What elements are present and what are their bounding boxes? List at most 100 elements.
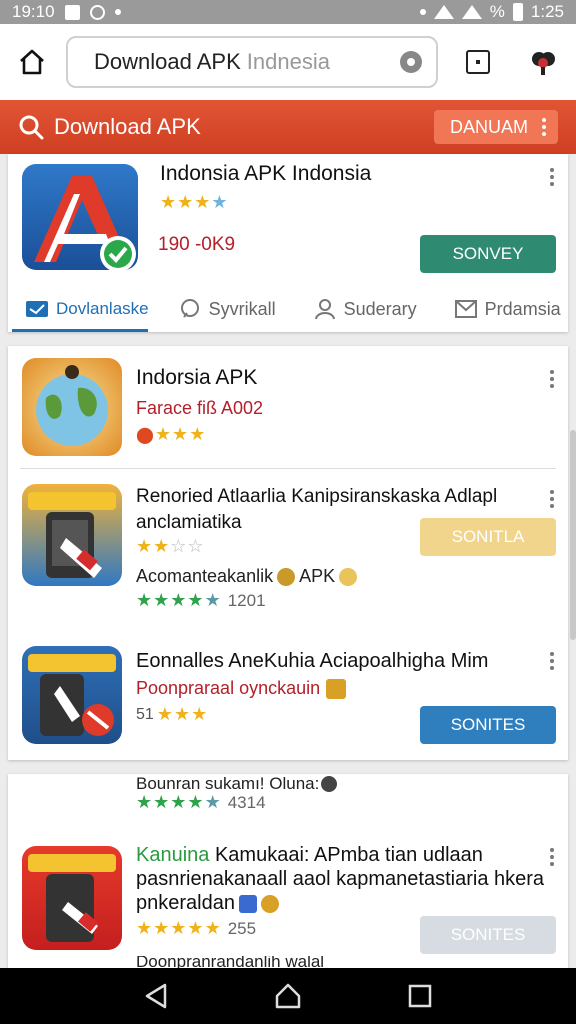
header-action-label: DANUAM (450, 116, 529, 137)
star-icon: ★ (153, 792, 170, 812)
emoji-icon (321, 776, 338, 792)
download-icon (26, 301, 48, 317)
header-action-button[interactable]: DANUAM (434, 110, 558, 144)
emoji-icon (277, 567, 296, 586)
lower-title-line2[interactable]: pasnrienakanaall aaol kapmanetastiaria h… (136, 868, 544, 891)
list-item-title-line2[interactable]: anclamiatika (136, 512, 242, 534)
blocked-app-icon[interactable] (22, 646, 122, 744)
system-nav-bar (0, 968, 576, 1024)
battery-icon (512, 3, 523, 21)
app-title: Download APK (54, 114, 201, 139)
list-item-rating: ⬤ ★ ★ ★ (136, 424, 205, 445)
back-icon[interactable] (143, 982, 169, 1010)
lower-title-rest: Kamukaai: APmba tian udlaan (209, 844, 483, 866)
tab-services[interactable]: Syvrikall (179, 286, 276, 332)
lower-title[interactable]: Kanuina Kamukaai: APmba tian udlaan (136, 844, 483, 867)
footer-partial-line: Doonpranrandanlih walal (136, 956, 324, 968)
list-item-more-icon[interactable] (550, 652, 554, 670)
star-icon: ★ (156, 704, 173, 724)
star-icon: ★ (154, 424, 172, 444)
url-text-faded: Indnesia (246, 49, 330, 74)
list-item-title-line1[interactable]: Renoried Atlaarlia Kanipsiranskaska Adla… (136, 486, 497, 508)
emoji-icon (339, 567, 358, 586)
list-item-more-icon[interactable] (550, 370, 554, 388)
featured-more-icon[interactable] (550, 168, 554, 186)
red-app-icon[interactable] (22, 846, 122, 950)
star-icon: ★ (136, 792, 153, 812)
star-icon: ★ (191, 704, 208, 724)
home-nav-icon[interactable] (274, 982, 302, 1010)
lower-title-line3[interactable]: pnkeraldan (136, 892, 279, 915)
profile-button[interactable] (528, 47, 558, 77)
star-icon: ★ (189, 424, 206, 444)
featured-tabs: Dovlanlaske Syvrikall Suderary Prdamsia (8, 286, 568, 332)
featured-app-icon[interactable] (22, 164, 138, 270)
search-icon[interactable] (18, 114, 44, 140)
star-icon: ★ (204, 792, 221, 812)
reload-icon[interactable] (400, 51, 422, 73)
bluetooth-icon (419, 9, 426, 15)
star-icon: ★ (136, 590, 153, 610)
envelope-icon (454, 300, 477, 318)
featured-card: Indonsia APK Indonsia ★ ★ ★ ★ 190 -0K9 S… (8, 154, 568, 332)
partial-text: Bounran sukamı! Oluna: (136, 774, 320, 793)
list-item-title[interactable]: Eonnalles AneKuhia Aciaрoalhigha Mim (136, 650, 488, 673)
chat-icon (180, 299, 199, 318)
phone-block-icon (28, 654, 116, 736)
home-button[interactable] (12, 42, 52, 82)
featured-code: 190 -0K9 (158, 234, 236, 255)
list-item-rating: 51 ★ ★ ★ (136, 704, 207, 725)
list-item-subtitle: Poonpraraal oynckauin (136, 678, 321, 698)
footer-partial-text: Doonpranrandanlih walal (136, 956, 325, 968)
list-item-subtitle: Acomanteakanlik (136, 566, 274, 586)
tab-summary[interactable]: Suderary (314, 286, 417, 332)
signal-icon (461, 5, 482, 19)
lower-more-icon[interactable] (550, 848, 554, 866)
apk-logo-icon (34, 176, 136, 270)
url-bar[interactable]: Download APK Indnesia (66, 36, 438, 88)
star-icon: ★ (170, 792, 187, 812)
star-icon: ★ (172, 424, 189, 444)
star-icon: ☆ (170, 536, 187, 556)
tab-premium[interactable]: Prdamsia (454, 286, 561, 332)
status-time-left: 19:10 (12, 2, 55, 21)
lower-title-green: Kanuina (136, 844, 210, 866)
list-item-title[interactable]: Indorsia APK (136, 366, 257, 390)
battery-indicator: % (489, 2, 505, 21)
star-icon: ★ (136, 918, 153, 938)
tab-label: Suderary (343, 298, 417, 319)
featured-action-button[interactable]: SONVEY (420, 235, 556, 273)
star-icon: ★ (204, 918, 221, 938)
list-item-more-icon[interactable] (550, 490, 554, 508)
star-icon: ★ (153, 590, 170, 610)
star-icon: ★ (173, 704, 191, 724)
browser-toolbar: Download APK Indnesia (0, 24, 576, 100)
globe-icon (36, 365, 108, 446)
list-item-action-button[interactable]: SONITES (420, 706, 556, 744)
gift-icon (238, 894, 257, 913)
tab-label: Prdamsia (484, 298, 561, 319)
phone-app-icon[interactable] (22, 484, 122, 586)
recents-icon[interactable] (407, 983, 433, 1009)
tabs-button[interactable] (466, 50, 490, 74)
featured-title[interactable]: Indonsia APK Indonsia (160, 162, 371, 186)
profile-icon (532, 52, 555, 75)
list-item-action-button[interactable]: SONITLA (420, 518, 556, 556)
tab-download[interactable]: Dovlanlaske (12, 286, 149, 332)
lower-title-line3-text: pnkeraldan (136, 892, 235, 914)
star-icon: ★ (136, 536, 153, 556)
lower-action-button[interactable]: SONITES (420, 916, 556, 954)
lower-card: Bounran sukamı! Oluna: ★ ★ ★ ★ ★ 4314 Ka… (8, 774, 568, 968)
app-list-card: Indorsia APK Farace fiß A002 ⬤ ★ ★ ★ Ren… (8, 346, 568, 760)
list-item-rating: ★ ★ ☆ ☆ (136, 536, 204, 557)
scrollbar[interactable] (570, 430, 576, 640)
pin-icon: ⬤ (136, 426, 154, 444)
star-icon: ★ (194, 192, 211, 212)
list-item-subline: Poonpraraal oynckauin (136, 678, 347, 699)
more-icon (542, 118, 546, 136)
globe-app-icon[interactable] (22, 358, 122, 456)
rating-count: 4314 (227, 792, 266, 812)
sync-icon (89, 4, 105, 20)
star-icon: ★ (211, 192, 228, 212)
star-icon: ★ (187, 792, 204, 812)
